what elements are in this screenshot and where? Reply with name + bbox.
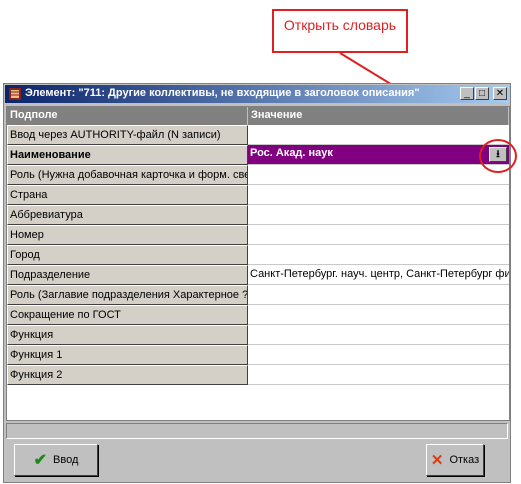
field-name-cell: Номер xyxy=(7,225,248,245)
close-button[interactable]: ✕ xyxy=(493,87,507,100)
field-name-cell: Функция 2 xyxy=(7,365,248,385)
annotation-text: Открыть словарь xyxy=(283,17,397,33)
cancel-button[interactable]: ✕ Отказ xyxy=(426,444,484,476)
value-cell[interactable]: Рос. Акад. наук ⭳ xyxy=(248,145,509,165)
field-name-cell: Страна xyxy=(7,185,248,205)
value-cell[interactable] xyxy=(248,165,509,185)
field-name-cell: Роль (Нужна добавочная карточка и форм. … xyxy=(7,165,248,185)
field-name-cell: Подразделение xyxy=(7,265,248,285)
field-name-cell: Роль (Заглавие подразделения Характерное… xyxy=(7,285,248,305)
minimize-button[interactable]: _ xyxy=(460,87,474,100)
table-row[interactable]: Роль (Нужна добавочная карточка и форм. … xyxy=(7,165,509,185)
window-title: Элемент: "711: Другие коллективы, не вхо… xyxy=(25,87,420,99)
table-row[interactable]: Ввод через AUTHORITY-файл (N записи) xyxy=(7,125,509,145)
value-cell[interactable] xyxy=(248,345,509,365)
value-cell[interactable] xyxy=(248,185,509,205)
column-header-subfield[interactable]: Подполе xyxy=(7,107,248,125)
checkmark-icon: ✔ xyxy=(33,452,48,469)
maximize-button[interactable]: □ xyxy=(475,87,489,100)
cross-icon: ✕ xyxy=(430,452,444,469)
table-row[interactable]: Подразделение Санкт-Петербург. науч. цен… xyxy=(7,265,509,285)
app-icon xyxy=(9,88,21,100)
subfield-grid: Подполе Значение Ввод через AUTHORITY-фа… xyxy=(6,106,510,421)
field-name-cell: Ввод через AUTHORITY-файл (N записи) xyxy=(7,125,248,145)
value-cell[interactable] xyxy=(248,285,509,305)
enter-button[interactable]: ✔ Ввод xyxy=(14,444,98,476)
field-name-cell: Наименование xyxy=(7,145,248,165)
value-cell[interactable] xyxy=(248,125,509,145)
table-row[interactable]: Функция 2 xyxy=(7,365,509,385)
title-bar[interactable]: Элемент: "711: Другие коллективы, не вхо… xyxy=(5,85,509,103)
value-cell[interactable] xyxy=(248,365,509,385)
value-cell[interactable] xyxy=(248,325,509,345)
table-row[interactable]: Аббревиатура xyxy=(7,205,509,225)
field-name-cell: Сокращение по ГОСТ xyxy=(7,305,248,325)
cancel-button-label: Отказ xyxy=(449,454,480,466)
element-dialog: Элемент: "711: Другие коллективы, не вхо… xyxy=(3,83,511,483)
value-cell[interactable] xyxy=(248,305,509,325)
value-cell[interactable] xyxy=(248,205,509,225)
table-row[interactable]: Страна xyxy=(7,185,509,205)
download-arrow-icon: ⭳ xyxy=(496,149,500,160)
field-name-cell: Город xyxy=(7,245,248,265)
annotation-callout: Открыть словарь xyxy=(272,9,408,53)
value-cell[interactable] xyxy=(248,225,509,245)
table-row[interactable]: Сокращение по ГОСТ xyxy=(7,305,509,325)
enter-button-label: Ввод xyxy=(53,454,79,466)
table-row-selected[interactable]: Наименование Рос. Акад. наук ⭳ xyxy=(7,145,509,165)
table-row[interactable]: Функция 1 xyxy=(7,345,509,365)
field-name-cell: Функция 1 xyxy=(7,345,248,365)
column-header-value[interactable]: Значение xyxy=(248,107,509,125)
table-row[interactable]: Функция xyxy=(7,325,509,345)
value-cell[interactable]: Санкт-Петербург. науч. центр, Санкт-Пете… xyxy=(248,265,509,285)
value-cell[interactable] xyxy=(248,245,509,265)
value-text: Рос. Акад. наук xyxy=(250,147,333,159)
table-row[interactable]: Роль (Заглавие подразделения Характерное… xyxy=(7,285,509,305)
field-name-cell: Аббревиатура xyxy=(7,205,248,225)
table-row[interactable]: Город xyxy=(7,245,509,265)
table-row[interactable]: Номер xyxy=(7,225,509,245)
field-name-cell: Функция xyxy=(7,325,248,345)
status-bar xyxy=(6,423,508,439)
open-dictionary-button[interactable]: ⭳ xyxy=(489,147,507,162)
